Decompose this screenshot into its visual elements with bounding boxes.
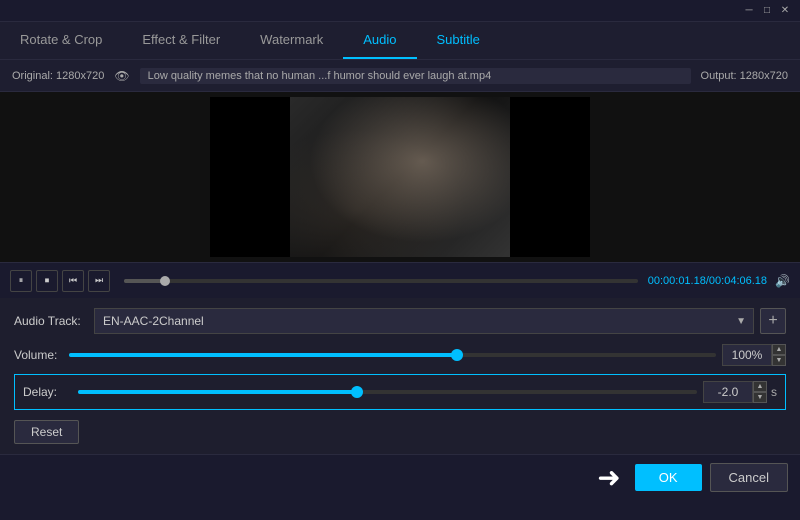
delay-slider-track[interactable]: [78, 390, 697, 394]
playback-bar: ⏸ ⏹ ⏮ ⏭ 00:00:01.18/00:04:06.18 🔊: [0, 262, 800, 298]
tab-audio[interactable]: Audio: [343, 22, 416, 59]
minimize-button[interactable]: ─: [742, 4, 756, 18]
video-thumbnail: [290, 97, 510, 257]
volume-spinners: ▲ ▼: [772, 344, 786, 366]
tab-watermark[interactable]: Watermark: [240, 22, 343, 59]
info-bar: Original: 1280x720 👁 Low quality memes t…: [0, 60, 800, 92]
eye-icon[interactable]: 👁: [114, 69, 129, 83]
audio-track-label: Audio Track:: [14, 314, 94, 328]
tab-rotate-crop[interactable]: Rotate & Crop: [0, 22, 122, 59]
delay-spinners: ▲ ▼: [753, 381, 767, 403]
maximize-button[interactable]: □: [760, 4, 774, 18]
delay-up-button[interactable]: ▲: [753, 381, 767, 392]
audio-track-select-wrapper: EN-AAC-2Channel ▼: [94, 308, 754, 334]
audio-track-row: Audio Track: EN-AAC-2Channel ▼ +: [14, 308, 786, 334]
volume-slider-container: [69, 346, 716, 364]
delay-unit: s: [771, 385, 777, 399]
add-track-button[interactable]: +: [760, 308, 786, 334]
original-resolution: Original: 1280x720: [12, 70, 104, 82]
video-left-black: [210, 97, 290, 257]
volume-slider-thumb[interactable]: [451, 349, 463, 361]
volume-up-button[interactable]: ▲: [772, 344, 786, 355]
arrow-icon: ➜: [597, 461, 620, 494]
volume-slider-track[interactable]: [69, 353, 716, 357]
progress-bar[interactable]: [124, 279, 638, 283]
delay-slider-thumb[interactable]: [351, 386, 363, 398]
time-display: 00:00:01.18/00:04:06.18: [648, 275, 767, 287]
volume-value: 100%: [722, 344, 772, 366]
stop-button[interactable]: ⏹: [36, 270, 58, 292]
volume-down-button[interactable]: ▼: [772, 355, 786, 366]
close-button[interactable]: ✕: [778, 4, 792, 18]
volume-row: Volume: 100% ▲ ▼: [14, 344, 786, 366]
title-bar: ─ □ ✕: [0, 0, 800, 22]
cancel-button[interactable]: Cancel: [710, 463, 788, 492]
audio-controls: Audio Track: EN-AAC-2Channel ▼ + Volume:…: [0, 298, 800, 454]
filename-display: Low quality memes that no human ...f hum…: [140, 68, 691, 84]
time-total: 00:04:06.18: [709, 275, 767, 287]
delay-down-button[interactable]: ▼: [753, 392, 767, 403]
delay-box: Delay: -2.0 ▲ ▼ s: [14, 374, 786, 410]
time-current: 00:00:01.18: [648, 275, 706, 287]
delay-row: Delay: -2.0 ▲ ▼ s: [23, 381, 777, 403]
reset-button[interactable]: Reset: [14, 420, 79, 444]
ok-button[interactable]: OK: [635, 464, 702, 491]
delay-slider-container: [78, 383, 697, 401]
volume-icon[interactable]: 🔊: [775, 274, 790, 288]
prev-button[interactable]: ⏮: [62, 270, 84, 292]
audio-track-select[interactable]: EN-AAC-2Channel: [94, 308, 754, 334]
progress-fill: [124, 279, 165, 283]
delay-label: Delay:: [23, 385, 78, 399]
tab-subtitle[interactable]: Subtitle: [417, 22, 500, 59]
delay-slider-fill: [78, 390, 357, 394]
output-resolution: Output: 1280x720: [701, 70, 788, 82]
tab-bar: Rotate & Crop Effect & Filter Watermark …: [0, 22, 800, 60]
tab-effect-filter[interactable]: Effect & Filter: [122, 22, 240, 59]
delay-value: -2.0: [703, 381, 753, 403]
video-right-black: [510, 97, 590, 257]
bottom-bar: ➜ OK Cancel: [0, 454, 800, 500]
progress-thumb[interactable]: [160, 276, 170, 286]
volume-slider-fill: [69, 353, 457, 357]
volume-label: Volume:: [14, 348, 69, 362]
pause-button[interactable]: ⏸: [10, 270, 32, 292]
next-button[interactable]: ⏭: [88, 270, 110, 292]
video-area: [0, 92, 800, 262]
